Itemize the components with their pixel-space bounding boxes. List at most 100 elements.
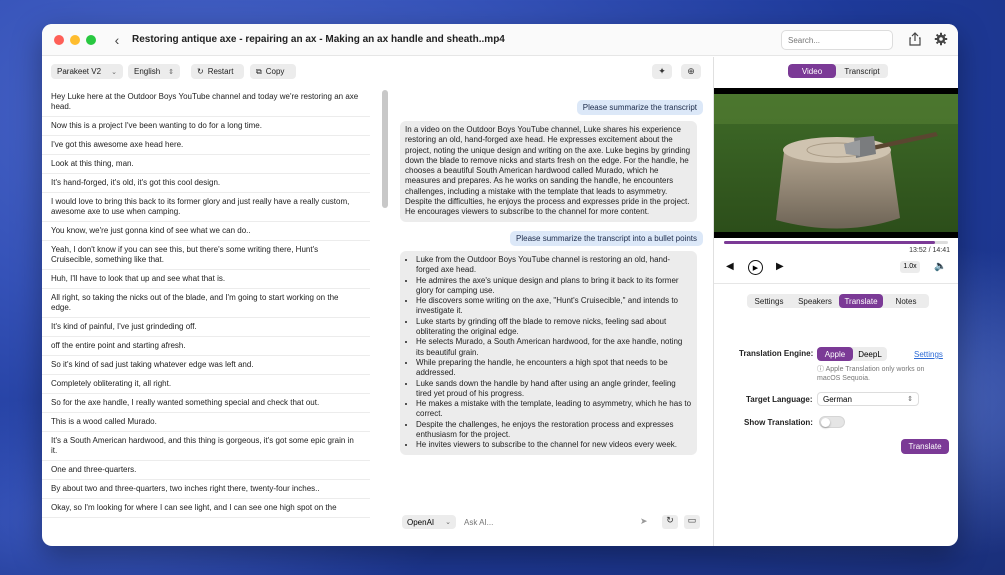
transcript-line[interactable]: All right, so taking the nicks out of th… (42, 289, 370, 318)
close-window-button[interactable] (54, 34, 64, 45)
ai-provider-label: OpenAI (407, 517, 435, 527)
crosshair-icon[interactable]: ⊕ (681, 64, 701, 79)
restart-button[interactable]: ↻ Restart (191, 64, 244, 79)
bullet-item: While preparing the handle, he encounter… (416, 358, 692, 379)
bullet-item: Despite the challenges, he enjoys the re… (416, 420, 692, 441)
gear-icon[interactable] (934, 32, 948, 46)
tab-video[interactable]: Video (788, 64, 836, 78)
translation-engine-label: Translation Engine: (739, 349, 814, 358)
transcript-line[interactable]: I would love to bring this back to its f… (42, 193, 370, 222)
transcript-line[interactable]: Okay, so I'm looking for where I can see… (42, 499, 370, 518)
target-language-value: German (823, 394, 852, 404)
transcript-line[interactable]: It's hand-forged, it's old, it's got thi… (42, 174, 370, 193)
traffic-lights (54, 34, 96, 45)
zoom-window-button[interactable] (86, 34, 96, 45)
language-select-label: English (134, 67, 161, 76)
bullet-item: He selects Murado, a South American hard… (416, 337, 692, 358)
transcript-line[interactable]: Now this is a project I've been wanting … (42, 117, 370, 136)
engine-apple[interactable]: Apple (817, 347, 853, 361)
transcript-line[interactable]: Look at this thing, man. (42, 155, 370, 174)
show-translation-toggle[interactable] (819, 416, 845, 428)
bullet-item: He invites viewers to subscribe to the c… (416, 440, 692, 450)
chevron-down-icon: ⌄ (445, 519, 451, 526)
forward-icon[interactable]: ▶ (776, 261, 784, 272)
playback-time: 13:52 / 14:41 (909, 247, 950, 254)
send-icon[interactable]: ➤ (640, 516, 648, 527)
show-translation-label: Show Translation: (744, 418, 813, 427)
playback-speed[interactable]: 1.0x (900, 261, 920, 273)
restart-icon: ↻ (197, 67, 204, 76)
transcript-line[interactable]: One and three-quarters. (42, 461, 370, 480)
media-panel: Video Transcript 13:52 / 14:41 ◀ ▶ ▶ 1.0… (714, 57, 958, 546)
translate-button[interactable]: Translate (901, 439, 949, 454)
model-select[interactable]: Parakeet V2 ⌄ (51, 64, 123, 79)
transcript-line[interactable]: It's kind of painful, I've just grindedi… (42, 318, 370, 337)
bullet-item: He admires the axe's unique design and p… (416, 276, 692, 297)
copy-button[interactable]: ⧉ Copy (250, 64, 296, 79)
video-frame (714, 94, 958, 232)
user-message: Please summarize the transcript (576, 100, 703, 115)
target-language-select[interactable]: German ⇕ (817, 392, 919, 406)
transcript-list[interactable]: Hey Luke here at the Outdoor Boys YouTub… (42, 88, 382, 546)
window-title: Restoring antique axe - repairing an ax … (132, 34, 505, 45)
copy-icon: ⧉ (256, 66, 262, 76)
toggle-knob (821, 418, 830, 427)
settings-link[interactable]: Settings (914, 350, 943, 359)
transcript-line[interactable]: Hey Luke here at the Outdoor Boys YouTub… (42, 88, 370, 117)
transcript-line[interactable]: So it's kind of sad just taking whatever… (42, 356, 370, 375)
tab-notes[interactable]: Notes (883, 294, 929, 308)
transcript-line[interactable]: Completely obliterating it, all right. (42, 375, 370, 394)
up-down-chevron-icon: ⇕ (168, 68, 174, 76)
toolbar: Parakeet V2 ⌄ English ⇕ ↻ Restart ⧉ Copy… (42, 57, 714, 85)
translation-engine-control: Apple DeepL (817, 347, 887, 361)
bullet-item: He makes a mistake with the template, le… (416, 399, 692, 420)
bullet-item: He discovers some writing on the axe, "H… (416, 296, 692, 317)
share-icon[interactable] (908, 32, 922, 46)
panel-tabs: Settings Speakers Translate Notes (747, 294, 929, 308)
engine-note-text: Apple Translation only works on macOS Se… (817, 366, 925, 382)
engine-deepl[interactable]: DeepL (853, 347, 887, 361)
playback-progress[interactable] (724, 241, 948, 244)
refresh-icon[interactable]: ↻ (662, 515, 678, 529)
transcript-line[interactable]: It's a South American hardwood, and this… (42, 432, 370, 461)
transcript-line[interactable]: Yeah, I don't know if you can see this, … (42, 241, 370, 270)
rewind-icon[interactable]: ◀ (726, 261, 734, 272)
transcript-line[interactable]: off the entire point and starting afresh… (42, 337, 370, 356)
scrollbar-thumb[interactable] (382, 90, 388, 208)
minimize-window-button[interactable] (70, 34, 80, 45)
transcript-scrollbar[interactable] (382, 90, 388, 546)
play-button[interactable]: ▶ (748, 260, 763, 275)
ai-bullet-message: Luke from the Outdoor Boys YouTube chann… (400, 251, 697, 455)
tab-translate[interactable]: Translate (839, 294, 883, 308)
chevron-down-icon: ⌄ (111, 68, 117, 76)
tab-speakers[interactable]: Speakers (791, 294, 839, 308)
tab-transcript[interactable]: Transcript (836, 64, 888, 78)
transcript-line[interactable]: By about two and three-quarters, two inc… (42, 480, 370, 499)
view-segmented-control: Video Transcript (788, 64, 888, 78)
magic-wand-icon[interactable]: ✦ (652, 64, 672, 79)
engine-note: ⓘ Apple Translation only works on macOS … (817, 365, 947, 383)
video-player[interactable] (714, 88, 958, 238)
target-language-label: Target Language: (746, 395, 813, 404)
bullet-item: Luke starts by grinding off the blade to… (416, 317, 692, 338)
search-input[interactable] (781, 30, 893, 50)
transcript-line[interactable]: So for the axe handle, I really wanted s… (42, 394, 370, 413)
copy-label: Copy (265, 67, 285, 76)
transcript-line[interactable]: You know, we're just gonna kind of see w… (42, 222, 370, 241)
tab-settings[interactable]: Settings (747, 294, 791, 308)
ai-message: In a video on the Outdoor Boys YouTube c… (400, 121, 697, 222)
volume-icon[interactable]: 🔈 (934, 261, 946, 272)
ai-provider-select[interactable]: OpenAI ⌄ (402, 515, 456, 529)
transcript-line[interactable]: Huh, I'll have to look that up and see w… (42, 270, 370, 289)
bullet-item: Luke from the Outdoor Boys YouTube chann… (416, 255, 692, 276)
divider (714, 283, 958, 284)
title-bar: ‹ Restoring antique axe - repairing an a… (42, 24, 958, 56)
language-select[interactable]: English ⇕ (128, 64, 180, 79)
back-chevron-icon[interactable]: ‹ (110, 32, 124, 48)
restart-label: Restart (207, 67, 234, 76)
transcript-line[interactable]: This is a wood called Murado. (42, 413, 370, 432)
transcript-line[interactable]: I've got this awesome axe head here. (42, 136, 370, 155)
layout-icon[interactable]: ▭ (684, 515, 700, 529)
user-message: Please summarize the transcript into a b… (510, 231, 703, 246)
ask-ai-input[interactable] (464, 515, 634, 529)
